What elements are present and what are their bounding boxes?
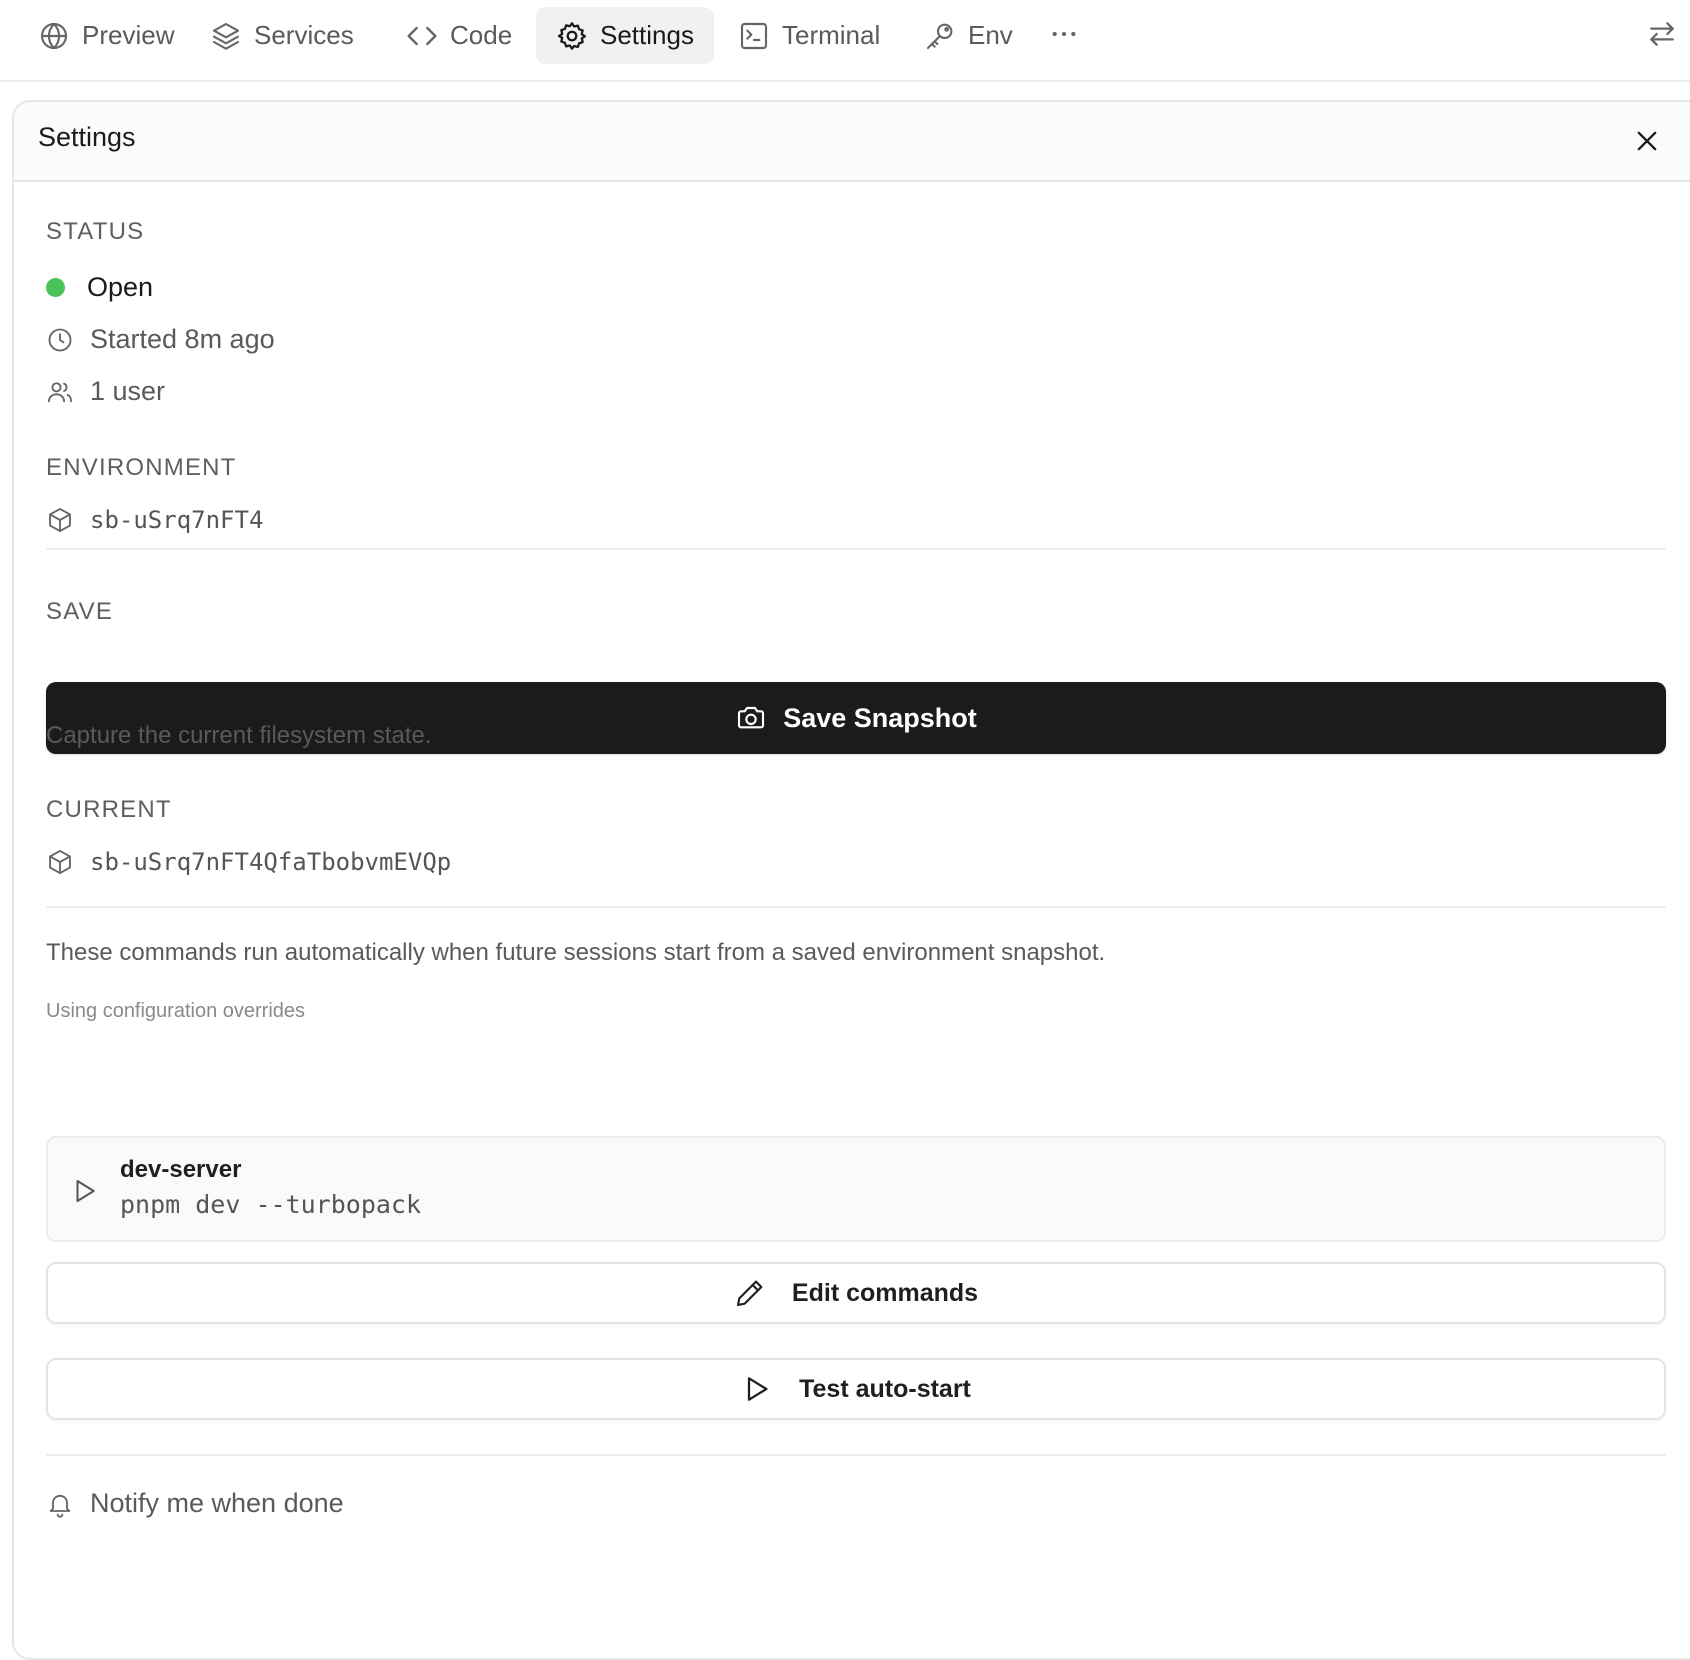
autostart-description: These commands run automatically when fu… bbox=[46, 939, 1106, 966]
save-snapshot-label: Save Snapshot bbox=[783, 702, 977, 733]
key-icon bbox=[926, 23, 953, 49]
tab-terminal[interactable]: Terminal bbox=[718, 7, 900, 64]
tab-preview[interactable]: Preview bbox=[18, 7, 194, 64]
close-icon bbox=[1637, 131, 1657, 151]
swap-panel-button[interactable] bbox=[1642, 14, 1682, 54]
tab-code[interactable]: Code bbox=[386, 7, 532, 64]
notify-label: Notify me when done bbox=[90, 1488, 344, 1518]
close-panel-button[interactable] bbox=[1628, 122, 1666, 160]
cube-icon bbox=[49, 849, 71, 875]
environment-heading: ENVIRONMENT bbox=[46, 454, 237, 481]
swap-arrows-icon bbox=[1650, 22, 1674, 46]
layers-icon bbox=[212, 22, 240, 50]
current-snapshot-id: sb-uSrq7nFT4QfaTbobvmEVQp bbox=[90, 848, 452, 876]
status-heading: STATUS bbox=[46, 218, 145, 245]
tab-label: Preview bbox=[82, 20, 175, 50]
command-text: pnpm dev --turbopack bbox=[120, 1190, 422, 1219]
tab-label: Terminal bbox=[782, 20, 881, 50]
code-icon bbox=[407, 26, 437, 45]
cube-icon bbox=[49, 507, 71, 533]
tab-label: Env bbox=[968, 20, 1013, 50]
tab-settings[interactable]: Settings bbox=[536, 7, 714, 64]
gear-icon bbox=[557, 21, 587, 50]
edit-commands-label: Edit commands bbox=[791, 1278, 979, 1307]
save-description: Capture the current filesystem state. bbox=[46, 722, 432, 749]
settings-panel: Settings STATUS Open Started 8m ago 1 us… bbox=[12, 100, 1690, 1660]
divider bbox=[46, 548, 1666, 550]
edit-commands-button[interactable]: Edit commands bbox=[46, 1262, 1666, 1324]
play-icon bbox=[747, 1377, 768, 1401]
status-state: Open bbox=[87, 272, 154, 302]
tab-env[interactable]: Env bbox=[904, 7, 1033, 64]
tab-label: Services bbox=[254, 20, 354, 50]
clock-icon bbox=[48, 328, 72, 351]
status-users: 1 user bbox=[90, 376, 166, 406]
command-card: dev-server pnpm dev --turbopack bbox=[46, 1136, 1666, 1242]
tab-label: Settings bbox=[600, 20, 694, 50]
current-heading: CURRENT bbox=[46, 796, 172, 823]
test-autostart-button[interactable]: Test auto-start bbox=[46, 1358, 1666, 1420]
globe-icon bbox=[40, 22, 68, 49]
save-heading: SAVE bbox=[46, 598, 114, 625]
config-override-note: Using configuration overrides bbox=[46, 1000, 306, 1022]
more-menu-button[interactable] bbox=[1044, 14, 1084, 54]
terminal-icon bbox=[740, 22, 768, 49]
tab-services[interactable]: Services bbox=[190, 7, 374, 64]
more-horizontal-icon bbox=[1052, 31, 1076, 37]
status-users-row: 1 user bbox=[46, 376, 165, 407]
play-icon[interactable] bbox=[70, 1176, 100, 1206]
panel-header: Settings bbox=[14, 102, 1690, 182]
current-snapshot-row: sb-uSrq7nFT4QfaTbobvmEVQp bbox=[46, 848, 451, 876]
environment-id-row: sb-uSrq7nFT4 bbox=[46, 506, 263, 534]
status-indicator-dot bbox=[46, 278, 65, 297]
divider bbox=[46, 1454, 1666, 1456]
users-icon bbox=[47, 381, 73, 402]
bell-icon bbox=[49, 1494, 71, 1518]
status-started-row: Started 8m ago bbox=[46, 324, 275, 355]
top-tab-bar: Preview Services Code Settings Terminal bbox=[0, 0, 1690, 82]
command-name: dev-server bbox=[120, 1156, 242, 1183]
notify-toggle[interactable]: Notify me when done bbox=[46, 1488, 344, 1519]
status-started: Started 8m ago bbox=[90, 324, 275, 354]
test-autostart-label: Test auto-start bbox=[799, 1374, 971, 1403]
camera-icon bbox=[738, 706, 765, 729]
environment-id: sb-uSrq7nFT4 bbox=[90, 506, 264, 534]
tab-label: Code bbox=[450, 20, 513, 50]
divider bbox=[46, 906, 1666, 908]
panel-title: Settings bbox=[38, 122, 136, 152]
status-state-row: Open bbox=[46, 272, 153, 303]
pencil-icon bbox=[736, 1280, 763, 1307]
